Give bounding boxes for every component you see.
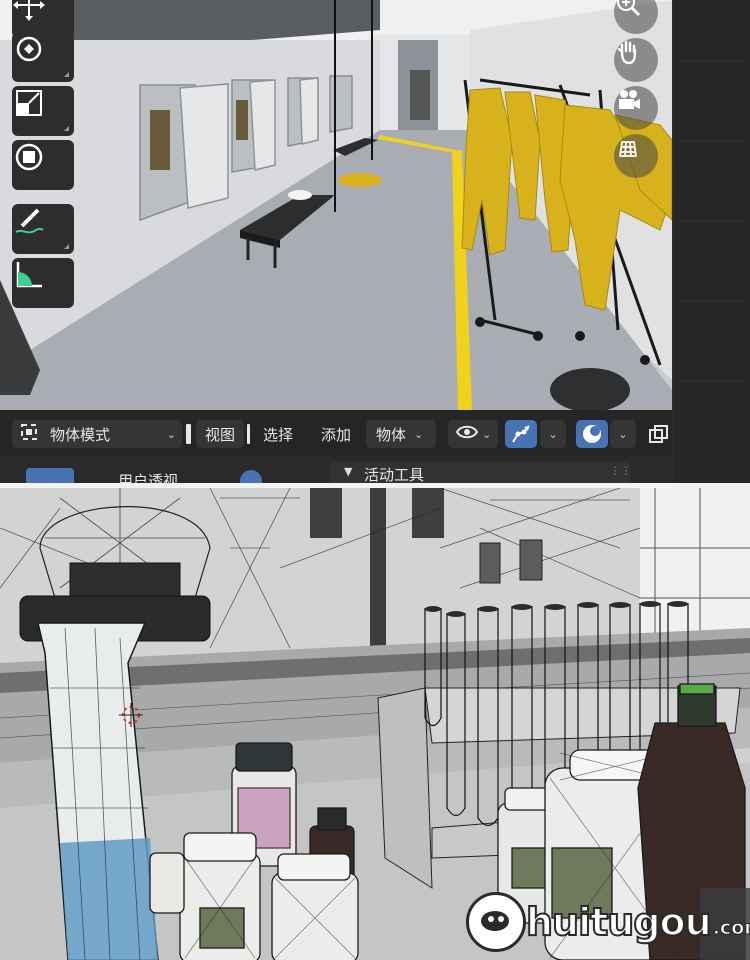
add-menu-button[interactable]: 添加 [312, 420, 360, 448]
rotate-icon [16, 36, 42, 62]
view-menu-label: 视图 [204, 425, 235, 444]
measure-icon [16, 262, 42, 288]
object-menu-label: 物体 [376, 425, 407, 444]
pencil-icon [15, 208, 44, 234]
gizmo-toggle-button[interactable] [505, 420, 537, 448]
tool-transform-button[interactable] [12, 140, 74, 190]
view-menu-button[interactable]: 视图 [196, 420, 244, 448]
wireframe-lab-viewport[interactable]: huitugou .com [0, 488, 750, 960]
overlay-icon [583, 425, 601, 443]
overlay-toggle-button[interactable] [576, 420, 608, 448]
watermark-brand: huitugou [525, 899, 713, 945]
move-icon [13, 0, 45, 21]
tool-submenu-indicator [64, 72, 69, 77]
navigation-gizmo-indicator [240, 470, 262, 483]
eye-icon [448, 424, 479, 444]
3d-viewport-render[interactable] [0, 0, 672, 410]
tool-measure-button[interactable] [12, 258, 74, 308]
viewport-subheader: 用户透视 ▼ 活动工具 ⋮⋮ [0, 456, 672, 483]
ortho-view-button[interactable] [614, 134, 658, 178]
xray-toggle-button[interactable] [644, 420, 672, 448]
select-menu-label: 选择 [262, 425, 293, 444]
xray-icon [649, 425, 668, 443]
tool-submenu-indicator [64, 244, 69, 249]
overlay-options-dropdown[interactable]: ⌄ [610, 420, 636, 448]
camera-view-button[interactable] [614, 86, 658, 130]
chevron-down-icon: ⌄ [166, 427, 176, 441]
pan-view-button[interactable] [614, 38, 658, 82]
top-panel: 物体模式 ⌄ 视图 选择 添加 物体 ⌄ ⌄ ⌄ ⌄ 用户透视 ▼ 活动工具 ⋮… [0, 0, 750, 483]
active-tool-label: 活动工具 [364, 466, 425, 483]
tool-rotate-button[interactable] [12, 32, 74, 82]
chevron-down-icon: ⌄ [548, 427, 558, 441]
locker-room-scene [0, 0, 672, 410]
visibility-dropdown[interactable]: ⌄ [448, 420, 498, 448]
header-separator [186, 424, 191, 444]
toolbar-tab[interactable] [26, 468, 74, 483]
collapse-triangle-icon: ▼ [344, 465, 353, 478]
add-menu-label: 添加 [320, 425, 351, 444]
select-menu-button[interactable]: 选择 [254, 420, 302, 448]
header-separator [247, 424, 250, 444]
chevron-down-icon: ⌄ [618, 427, 628, 441]
watermark-domain: .com [712, 917, 750, 940]
mode-dropdown[interactable]: 物体模式 ⌄ [12, 420, 182, 448]
perspective-label: 用户透视 [118, 472, 179, 483]
mode-label: 物体模式 [50, 425, 111, 444]
watermark: huitugou .com [466, 890, 750, 954]
object-mode-icon [12, 423, 46, 445]
transform-icon [15, 143, 43, 171]
tool-annotate-button[interactable] [12, 204, 74, 254]
gizmo-options-dropdown[interactable]: ⌄ [540, 420, 566, 448]
zoom-icon [617, 0, 641, 17]
grid-icon [618, 141, 638, 157]
hand-icon [617, 40, 637, 65]
gizmo-icon [512, 425, 530, 443]
camera-icon [619, 90, 640, 109]
chevron-down-icon: ⌄ [414, 427, 424, 441]
properties-side-panel[interactable] [674, 0, 750, 483]
scale-icon [16, 90, 42, 116]
chevron-down-icon: ⌄ [482, 427, 492, 441]
active-tool-panel-header[interactable]: ▼ 活动工具 ⋮⋮ [330, 462, 632, 483]
viewport-header: 物体模式 ⌄ 视图 选择 添加 物体 ⌄ ⌄ ⌄ ⌄ [0, 410, 672, 456]
watermark-logo-icon [466, 892, 526, 952]
object-menu-button[interactable]: 物体 ⌄ [366, 420, 436, 448]
tool-submenu-indicator [64, 126, 69, 131]
tool-scale-button[interactable] [12, 86, 74, 136]
drag-handle-icon[interactable]: ⋮⋮ [610, 466, 632, 477]
